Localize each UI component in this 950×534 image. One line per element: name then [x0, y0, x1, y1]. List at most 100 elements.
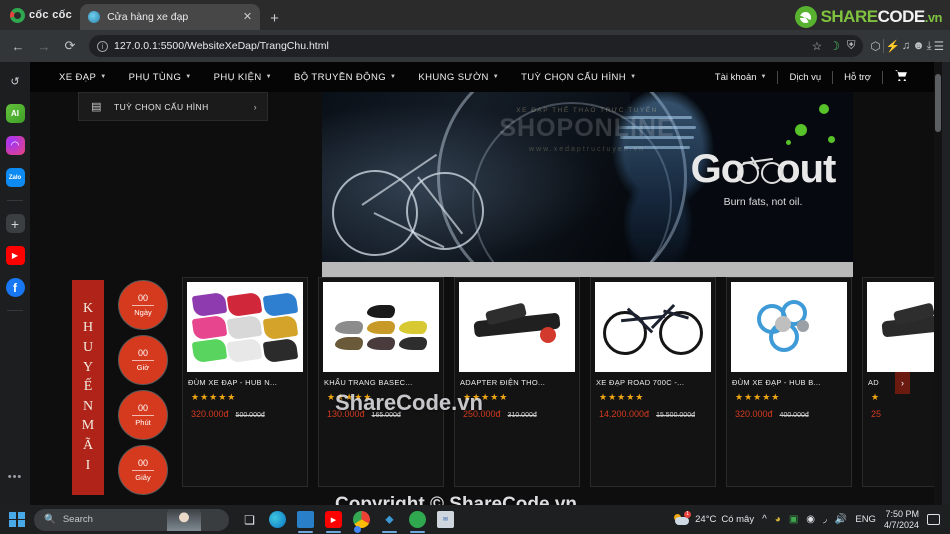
banner-watermark-url: www.xedaptructuyen.vn	[529, 146, 645, 153]
taskview-icon[interactable]: ❏	[241, 511, 258, 528]
facebook-icon[interactable]: f	[5, 278, 25, 297]
nav-item-tai-khoan[interactable]: Tài khoản ▼	[704, 72, 778, 83]
nav-item-bo-truyen-dong[interactable]: BỘ TRUYỀN ĐỘNG ▼	[283, 72, 407, 83]
product-price-new: 320.000đ	[191, 409, 229, 419]
promo-title-char: M	[81, 418, 95, 434]
logo-code: CODE	[877, 7, 926, 26]
nav-item-ho-tro[interactable]: Hỗ trợ	[833, 72, 882, 83]
download-icon[interactable]: ⤓	[927, 40, 932, 53]
speed-icon[interactable]: ⚡	[886, 39, 900, 53]
coccoc-logo-text: cốc cốc	[29, 9, 73, 21]
nav-item-dich-vu[interactable]: Dịch vụ	[778, 72, 832, 83]
cart-icon[interactable]	[883, 70, 920, 84]
vscode-icon[interactable]: ⬥	[381, 511, 398, 533]
product-price-old: 500.000đ	[235, 412, 265, 419]
nav-item-khung-suon[interactable]: KHUNG SƯỜN ▼	[407, 72, 510, 83]
product-image	[867, 282, 942, 372]
address-bar[interactable]: i 127.0.0.1:5500/WebsiteXeDap/TrangChu.h…	[89, 35, 864, 57]
shield-icon[interactable]: ⛨	[847, 40, 856, 53]
nav-item-xe-dap[interactable]: XE ĐẠP ▼	[48, 72, 118, 83]
windows-icon	[9, 511, 25, 528]
weather-temperature: 24°C	[695, 514, 717, 525]
zalo-icon[interactable]: Zalo	[5, 168, 25, 187]
promo-title-char: U	[82, 339, 94, 355]
countdown-label: Giờ	[136, 363, 150, 372]
forward-button[interactable]: →	[32, 34, 56, 58]
product-card[interactable]: ADAPTER ĐIỆN THO... ★★★★★ 250.000đ 310.0…	[454, 277, 580, 487]
countdown-label: Ngày	[134, 308, 152, 317]
page-scrollbar[interactable]	[934, 62, 942, 505]
countdown-seconds: 00 Giây	[118, 445, 168, 495]
playlist-icon[interactable]: ♫	[902, 40, 911, 52]
countdown-label: Phút	[135, 418, 151, 427]
product-card[interactable]: XE ĐẠP ROAD 700C -... ★★★★★ 14.200.000đ …	[590, 277, 716, 487]
extension-icon[interactable]: ⬡	[870, 39, 880, 53]
youtube-icon[interactable]: ▶	[5, 246, 25, 265]
product-price-old: 310.000đ	[507, 412, 537, 419]
browser-tab[interactable]: Cửa hàng xe đạp ✕	[80, 4, 261, 30]
banner-image: XE ĐẠP THỂ THAO TRỰC TUYẾN SHOPONLINE ww…	[322, 92, 853, 262]
wifi-icon[interactable]: ◞	[823, 514, 827, 525]
monitor-icon[interactable]	[297, 511, 314, 533]
nav-item-phu-kien[interactable]: PHỤ KIỆN ▼	[203, 72, 283, 83]
product-image	[459, 282, 575, 372]
site-navbar-right: Tài khoản ▼ Dịch vụ Hỗ trợ	[704, 70, 942, 84]
ai-icon[interactable]: AI	[5, 104, 25, 123]
product-card[interactable]: ĐÙM XE ĐẠP - HUB N... ★★★★★ 320.000đ 500…	[182, 277, 308, 487]
adapter-illustration	[473, 302, 561, 351]
nav-item-phu-tung[interactable]: PHỤ TÙNG ▼	[118, 72, 203, 83]
new-tab-button[interactable]: +	[260, 10, 289, 30]
product-card[interactable]: KHẨU TRANG BASEC... ★★★★★ 130.000đ 165.0…	[318, 277, 444, 487]
banner-headline-out: out	[776, 146, 836, 191]
address-bar-url: 127.0.0.1:5500/WebsiteXeDap/TrangChu.htm…	[114, 40, 329, 52]
nav-item-tuy-chon-cau-hinh[interactable]: TUỲ CHỌN CẤU HÌNH ▼	[510, 72, 647, 83]
promo-title-char: Y	[82, 359, 94, 375]
site-info-icon[interactable]: i	[97, 40, 108, 52]
moon-icon[interactable]: ☽	[829, 39, 840, 53]
blue-hub-illustration	[751, 298, 827, 356]
countdown-value: 00	[137, 403, 148, 413]
banner-watermark-main: SHOPONLINE	[499, 114, 675, 142]
chevron-up-icon[interactable]: ^	[762, 514, 767, 525]
edge-icon[interactable]: e	[269, 511, 286, 528]
close-icon[interactable]: ✕	[243, 11, 252, 23]
star-icon[interactable]: ☆	[812, 39, 822, 53]
reload-button[interactable]: ⟳	[58, 34, 82, 58]
chevron-down-icon: ▼	[760, 74, 767, 80]
product-carousel: ĐÙM XE ĐẠP - HUB N... ★★★★★ 320.000đ 500…	[182, 277, 942, 505]
back-button[interactable]: ←	[6, 34, 30, 58]
product-card[interactable]: ĐÙM XE ĐẠP - HUB B... ★★★★★ 320.000đ 400…	[726, 277, 852, 487]
weather-widget[interactable]: 1 24°C Có mây	[674, 510, 754, 526]
nav-label: TUỲ CHỌN CẤU HÌNH	[521, 71, 627, 83]
add-icon[interactable]: +	[5, 214, 25, 233]
history-icon[interactable]: ↺	[6, 72, 25, 91]
tray-app-icon-2[interactable]: ▣	[789, 514, 798, 525]
youtube-icon[interactable]: ▶	[325, 511, 342, 533]
dropdown-item-tuy-chon-cau-hinh[interactable]: ▤ TUỲ CHỌN CẤU HÌNH ›	[79, 93, 267, 120]
taskbar-search-input[interactable]: 🔍 Search	[34, 508, 229, 531]
messenger-icon[interactable]: ◠	[5, 136, 25, 155]
volume-icon[interactable]: 🔊	[835, 514, 847, 525]
nav-label: Dịch vụ	[789, 71, 822, 83]
profile-icon[interactable]: ☻	[912, 40, 924, 52]
chrome-icon[interactable]	[353, 511, 370, 533]
language-indicator[interactable]: ENG	[855, 514, 876, 525]
product-title: XE ĐẠP ROAD 700C -...	[596, 378, 685, 387]
start-button[interactable]	[0, 511, 34, 528]
tab-title: Cửa hàng xe đạp	[107, 11, 189, 23]
carousel-next-button[interactable]: ›	[895, 372, 910, 394]
notification-icon[interactable]	[927, 514, 940, 525]
taskbar-clock[interactable]: 7:50 PM 4/7/2024	[884, 509, 919, 531]
tray-app-icon-3[interactable]: ◉	[806, 514, 815, 525]
hero-banner[interactable]: XE ĐẠP THỂ THAO TRỰC TUYẾN SHOPONLINE ww…	[322, 92, 853, 277]
bicycle-icon	[737, 154, 784, 184]
mail-icon[interactable]: ✉	[437, 511, 454, 528]
product-price-old: 15.500.000đ	[656, 412, 695, 419]
menu-icon[interactable]: ☰	[934, 39, 944, 53]
scrollbar-thumb[interactable]	[935, 74, 941, 132]
coccoc-icon[interactable]	[409, 511, 426, 533]
sidebar-more-button[interactable]: •••	[8, 471, 23, 483]
chevron-down-icon: ▼	[185, 74, 192, 80]
tray-app-icon-1[interactable]: ◕	[775, 514, 781, 525]
site-navbar: XE ĐẠP ▼ PHỤ TÙNG ▼ PHỤ KIỆN ▼ BỘ TRUYỀN…	[30, 62, 942, 92]
